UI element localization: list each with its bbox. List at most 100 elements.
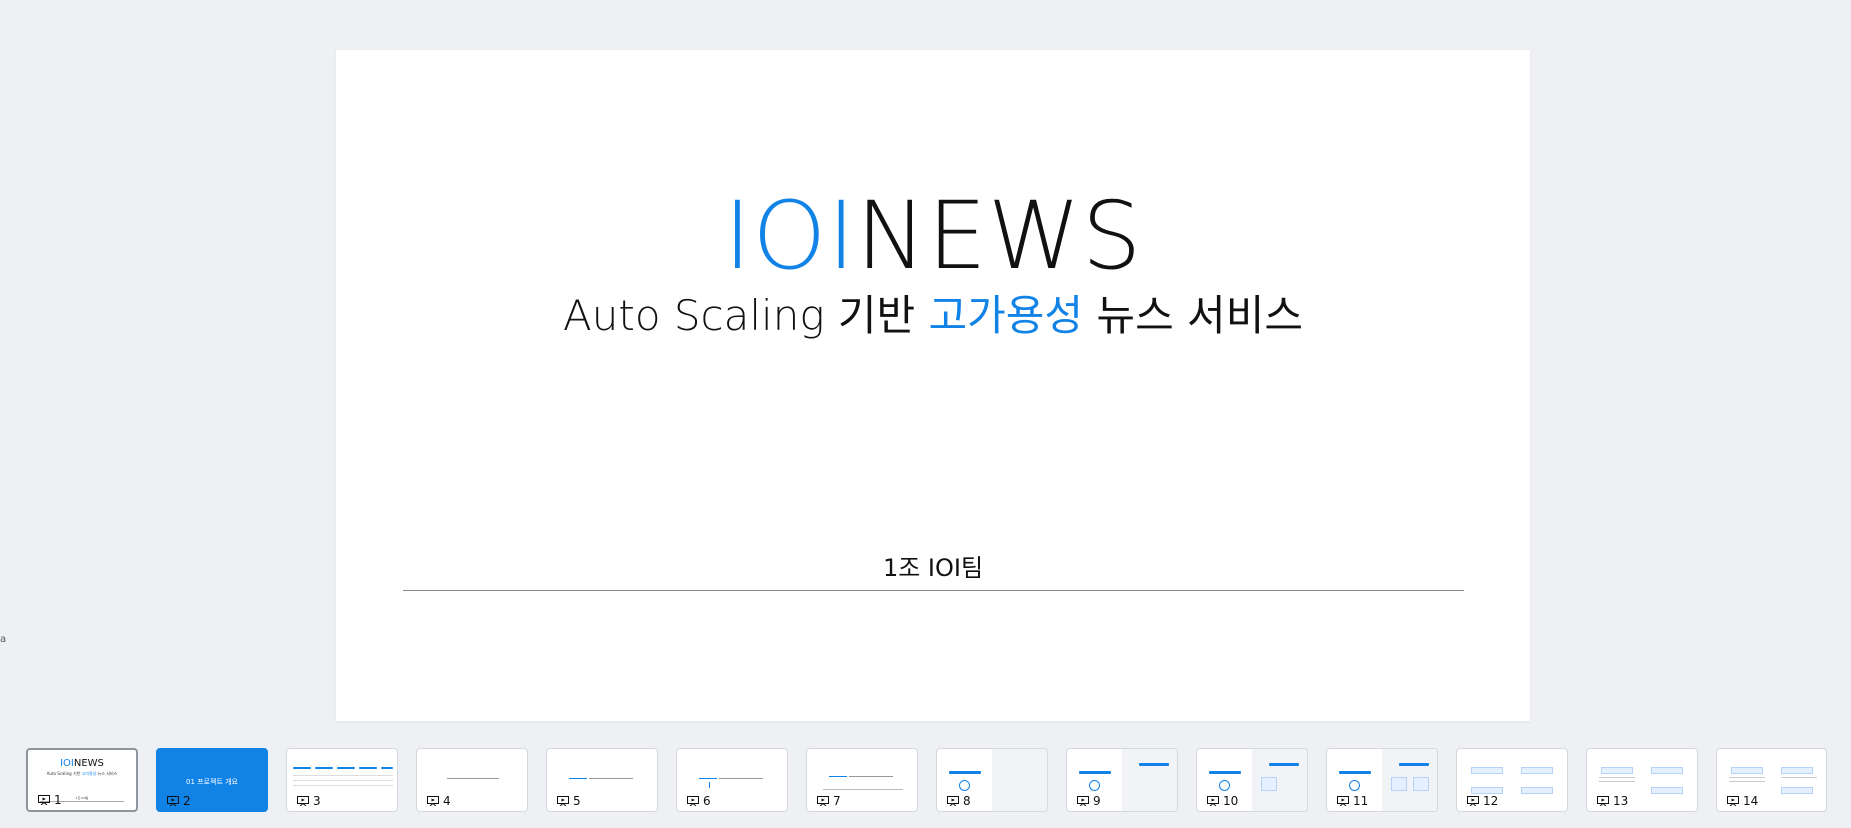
presentation-icon bbox=[1337, 796, 1349, 806]
subtitle-accent: 고가용성 bbox=[928, 291, 1084, 340]
thumb-circle bbox=[1349, 780, 1360, 791]
slide-thumbnail-1[interactable]: IOINEWS Auto Scaling 기반 고가용성 뉴스 서비스 1조 I… bbox=[26, 748, 138, 812]
thumb-number-label: 13 bbox=[1613, 794, 1629, 808]
thumb-panel bbox=[1122, 749, 1177, 811]
thumb-title-accent: IOI bbox=[60, 758, 74, 769]
thumb-line bbox=[1599, 781, 1635, 782]
slide-thumbnail-11[interactable]: 11 bbox=[1326, 748, 1438, 812]
presentation-icon bbox=[297, 796, 309, 806]
thumb-box bbox=[1731, 767, 1763, 774]
thumb-bar bbox=[1209, 771, 1241, 774]
thumb-bar bbox=[293, 767, 311, 769]
thumb-bar bbox=[315, 767, 333, 769]
thumb-title-rest: NEWS bbox=[73, 758, 104, 769]
thumb-line bbox=[1781, 777, 1817, 778]
thumb-line bbox=[699, 778, 717, 779]
slide-team-name: 1조 IOI팀 bbox=[882, 554, 984, 582]
thumb-number-label: 11 bbox=[1353, 794, 1369, 808]
slide-thumbnail-3[interactable]: 3 bbox=[286, 748, 398, 812]
slide-thumbnail-12[interactable]: 12 bbox=[1456, 748, 1568, 812]
thumb-number: 7 bbox=[817, 794, 841, 808]
presentation-icon bbox=[557, 796, 569, 806]
subtitle-pre: Auto Scaling 기반 bbox=[563, 291, 929, 340]
slide-thumbnail-6[interactable]: 6 bbox=[676, 748, 788, 812]
thumb-box bbox=[1413, 777, 1429, 791]
thumb-line bbox=[823, 789, 903, 790]
thumb-number: 3 bbox=[297, 794, 321, 808]
thumb-number: 4 bbox=[427, 794, 451, 808]
thumb-number: 11 bbox=[1337, 794, 1368, 808]
slide-thumbnail-9[interactable]: 9 bbox=[1066, 748, 1178, 812]
thumb-line bbox=[1729, 781, 1765, 782]
thumb-bar bbox=[381, 767, 393, 769]
slide-thumbnail-5[interactable]: 5 bbox=[546, 748, 658, 812]
thumb-box bbox=[1651, 767, 1683, 774]
thumb-circle bbox=[1219, 780, 1230, 791]
thumb-number-label: 8 bbox=[963, 794, 971, 808]
slide-thumbnail-10[interactable]: 10 bbox=[1196, 748, 1308, 812]
thumb-line bbox=[709, 782, 710, 788]
thumb-number: 8 bbox=[947, 794, 971, 808]
thumb-number-label: 1 bbox=[54, 793, 62, 807]
slide-divider bbox=[403, 590, 1464, 591]
thumb-line bbox=[569, 778, 587, 779]
thumb-sub-accent: 고가용성 bbox=[81, 771, 97, 776]
slide-thumbnail-4[interactable]: 4 bbox=[416, 748, 528, 812]
thumb-subtitle: Auto Scaling 기반 고가용성 뉴스 서비스 bbox=[28, 771, 136, 777]
thumb-number-label: 3 bbox=[313, 794, 321, 808]
thumb-number-label: 4 bbox=[443, 794, 451, 808]
thumb-line bbox=[293, 785, 393, 786]
presentation-icon bbox=[817, 796, 829, 806]
thumb-bar bbox=[337, 767, 355, 769]
slide-title: IOINEWS bbox=[336, 190, 1530, 284]
thumb-circle bbox=[1089, 780, 1100, 791]
thumb-box bbox=[1261, 777, 1277, 791]
thumb-box bbox=[1521, 767, 1553, 774]
slide-thumbnail-7[interactable]: 7 bbox=[806, 748, 918, 812]
slide-subtitle: Auto Scaling 기반 고가용성 뉴스 서비스 bbox=[336, 282, 1530, 343]
thumb-number: 2 bbox=[167, 794, 191, 808]
thumb-number-label: 10 bbox=[1223, 794, 1239, 808]
thumb-bar bbox=[359, 767, 377, 769]
presentation-icon bbox=[687, 796, 699, 806]
thumb-number-label: 9 bbox=[1093, 794, 1101, 808]
thumb-line bbox=[719, 778, 763, 779]
subtitle-post: 뉴스 서비스 bbox=[1083, 291, 1303, 340]
presentation-icon bbox=[947, 796, 959, 806]
thumb-title: IOINEWS bbox=[28, 758, 136, 769]
presentation-icon bbox=[1597, 796, 1609, 806]
side-letter: a bbox=[0, 634, 7, 645]
main-slide[interactable]: IOINEWS Auto Scaling 기반 고가용성 뉴스 서비스 1조 I… bbox=[336, 50, 1530, 721]
thumb-bar bbox=[1139, 763, 1169, 766]
thumb-line bbox=[293, 775, 393, 776]
thumb-box bbox=[1471, 787, 1503, 794]
thumb-number-label: 6 bbox=[703, 794, 711, 808]
slide-thumbnail-2[interactable]: 01 프로젝트 개요 2 bbox=[156, 748, 268, 812]
presentation-icon bbox=[1727, 796, 1739, 806]
thumb-number: 10 bbox=[1207, 794, 1238, 808]
presentation-icon bbox=[427, 796, 439, 806]
thumb-box bbox=[1781, 787, 1813, 794]
title-accent: IOI bbox=[723, 182, 857, 291]
thumb-sub-pre: Auto Scaling 기반 bbox=[46, 771, 82, 776]
slide-thumbnail-14[interactable]: 14 bbox=[1716, 748, 1827, 812]
thumb-line bbox=[829, 776, 847, 777]
presentation-icon bbox=[38, 795, 50, 805]
thumb-circle bbox=[959, 780, 970, 791]
thumb-number-label: 7 bbox=[833, 794, 841, 808]
slide-thumbnail-13[interactable]: 13 bbox=[1586, 748, 1698, 812]
presentation-icon bbox=[1467, 796, 1479, 806]
presentation-icon bbox=[1207, 796, 1219, 806]
thumb-number: 1 bbox=[38, 793, 62, 807]
thumb-line bbox=[293, 780, 393, 781]
slide-thumbnail-8[interactable]: 8 bbox=[936, 748, 1048, 812]
thumb-number-label: 12 bbox=[1483, 794, 1499, 808]
thumb-number-label: 2 bbox=[183, 794, 191, 808]
thumb-number: 9 bbox=[1077, 794, 1101, 808]
thumb-box bbox=[1601, 767, 1633, 774]
editor-canvas: IOINEWS Auto Scaling 기반 고가용성 뉴스 서비스 1조 I… bbox=[0, 0, 1851, 828]
thumb-bar bbox=[1079, 771, 1111, 774]
presentation-icon bbox=[1077, 796, 1089, 806]
thumb-line bbox=[447, 778, 499, 779]
thumb-number: 5 bbox=[557, 794, 581, 808]
